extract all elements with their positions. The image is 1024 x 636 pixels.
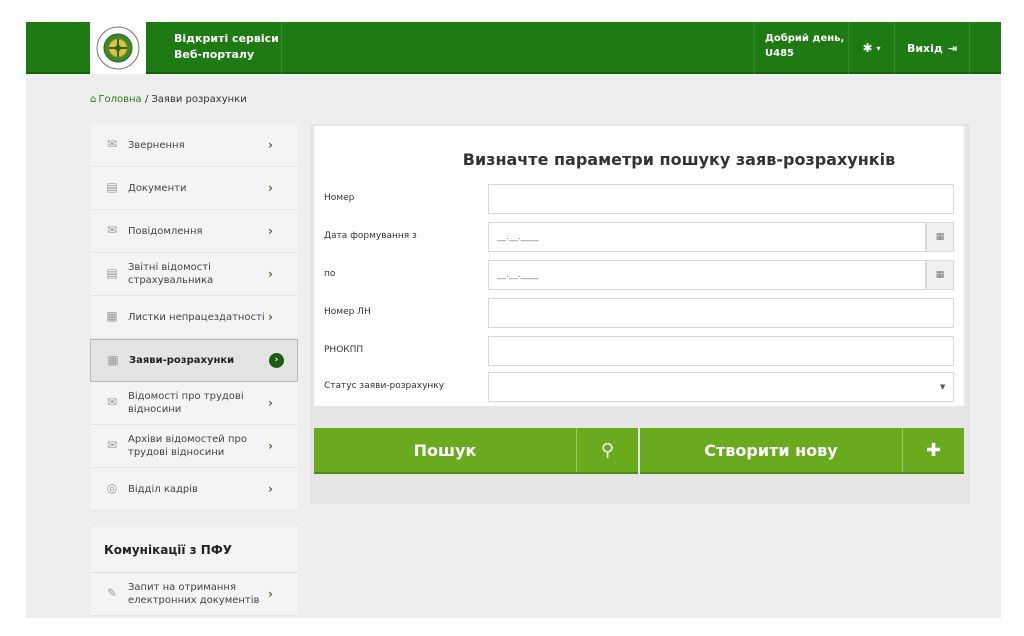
brand-line-1: Відкриті сервіси (174, 32, 279, 45)
calendar-icon[interactable]: ▦ (926, 260, 954, 290)
status-select[interactable] (488, 372, 954, 402)
chevron-right-icon: › (268, 586, 273, 601)
number-label: Номер (324, 193, 355, 203)
field-date-to: по ▦ (324, 260, 954, 290)
number-input[interactable] (488, 184, 954, 214)
status-label: Статус заяви-розрахунку (324, 381, 445, 391)
top-header: Відкриті сервіси Веб-порталу Добрий день… (26, 22, 1001, 74)
chevron-circle-right-icon: › (269, 353, 284, 368)
chevron-right-icon: › (268, 395, 273, 410)
caret-down-icon: ▾ (876, 43, 881, 53)
breadcrumb-home[interactable]: Головна (98, 94, 141, 105)
date-to-label: по (324, 269, 336, 279)
emblem-icon (96, 26, 140, 70)
main-panel: Визначте параметри пошуку заяв-розрахунк… (310, 124, 970, 504)
chevron-right-icon: › (268, 266, 273, 281)
chevron-right-icon: › (268, 481, 273, 496)
sidebar-gap (90, 511, 298, 527)
date-from-input[interactable] (488, 222, 926, 252)
field-date-from: Дата формування з ▦ (324, 222, 954, 252)
communications-title: Комунікації з ПФУ (90, 527, 298, 573)
username: U485 (765, 48, 794, 59)
chevron-right-icon: › (268, 309, 273, 324)
circle-icon: ◎ (106, 481, 118, 495)
ln-number-label: Номер ЛН (324, 307, 371, 317)
date-from-label: Дата формування з (324, 231, 417, 241)
brand-title[interactable]: Відкриті сервіси Веб-порталу (146, 22, 282, 74)
sidebar-item-hr[interactable]: ◎ Відділ кадрів › (90, 468, 298, 511)
chevron-right-icon: › (268, 438, 273, 453)
sidebar-item-appeals[interactable]: ✉ Звернення › (90, 124, 298, 167)
home-icon: ⌂ (90, 94, 97, 105)
sidebar-item-labor-relations[interactable]: ✉ Відомості про трудові відносини › (90, 382, 298, 425)
calendar-icon[interactable]: ▦ (926, 222, 954, 252)
form-title: Визначте параметри пошуку заяв-розрахунк… (462, 150, 896, 169)
search-button-label: Пошук (413, 440, 477, 460)
breadcrumb-current: Заяви розрахунки (151, 94, 247, 105)
logout-label: Вихід (906, 41, 943, 55)
sidebar-item-label: Заяви-розрахунки (129, 355, 235, 366)
sidebar-item-document-request[interactable]: ✎ Запит на отримання електронних докумен… (90, 573, 298, 616)
sidebar-item-label: Архіви відомостей про трудові відносини (128, 434, 247, 458)
sidebar-item-label: Документи (128, 182, 187, 194)
sheet-icon: ▦ (106, 309, 118, 323)
date-to-input[interactable] (488, 260, 926, 290)
caret-down-icon: ▼ (940, 383, 946, 391)
sidebar-item-label: Звернення (128, 139, 185, 151)
rnokpp-label: РНОКПП (324, 345, 364, 355)
sidebar-item-messages[interactable]: ✉ Повідомлення › (90, 210, 298, 253)
brand-line-2: Веб-порталу (174, 48, 255, 61)
sidebar-item-label: Звітні відомості страхувальника (128, 262, 214, 286)
sign-out-icon: ⇥ (947, 41, 958, 55)
sidebar-item-sick-leaves[interactable]: ▦ Листки непрацездатності › (90, 296, 298, 339)
sidebar-item-label: Відомості про трудові відносини (128, 391, 244, 415)
field-ln-number: Номер ЛН (324, 298, 954, 328)
edit-icon: ✎ (106, 586, 118, 600)
sidebar-item-documents[interactable]: ▤ Документи › (90, 167, 298, 210)
sidebar-item-label: Листки непрацездатності (128, 311, 265, 323)
envelope-icon: ✉ (106, 438, 118, 452)
pfu-logo[interactable] (90, 22, 146, 74)
sidebar-item-label: Відділ кадрів (128, 483, 198, 495)
greeting-text: Добрий день, (765, 33, 845, 44)
sidebar-item-label: Повідомлення (128, 225, 203, 237)
chevron-right-icon: › (268, 137, 273, 152)
sidebar-item-labor-archives[interactable]: ✉ Архіви відомостей про трудові відносин… (90, 425, 298, 468)
envelope-icon: ✉ (106, 137, 118, 151)
envelope-icon: ✉ (106, 395, 118, 409)
logout-button[interactable]: Вихід ⇥ (894, 22, 970, 74)
user-greeting: Добрий день, U485 (754, 22, 848, 74)
breadcrumb: ⌂ Головна / Заяви розрахунки (90, 94, 247, 105)
settings-dropdown[interactable]: ✱ ▾ (848, 22, 894, 74)
chevron-right-icon: › (268, 223, 273, 238)
plus-icon: ✚ (902, 428, 964, 472)
sidebar-item-insurer-reports[interactable]: ▤ Звітні відомості страхувальника › (90, 253, 298, 296)
field-status: Статус заяви-розрахунку ▼ (324, 372, 954, 402)
chevron-right-icon: › (268, 180, 273, 195)
sidebar-item-applications[interactable]: ▦ Заяви-розрахунки › (90, 339, 298, 382)
document-icon: ▤ (106, 266, 118, 280)
search-icon: ⚲ (576, 428, 638, 472)
document-icon: ▤ (106, 180, 118, 194)
sidebar: ✉ Звернення › ▤ Документи › ✉ Повідомлен… (90, 124, 298, 616)
envelope-open-icon: ✉ (106, 223, 118, 237)
search-button[interactable]: Пошук ⚲ (314, 428, 638, 474)
field-number: Номер (324, 184, 954, 214)
ln-number-input[interactable] (488, 298, 954, 328)
sidebar-item-label: Запит на отримання електронних документі… (128, 582, 260, 606)
sheet-icon: ▦ (107, 353, 119, 367)
gear-icon: ✱ (862, 41, 873, 55)
breadcrumb-separator: / (141, 94, 152, 105)
rnokpp-input[interactable] (488, 336, 954, 366)
search-form: Визначте параметри пошуку заяв-розрахунк… (314, 126, 964, 406)
create-button-label: Створити нову (704, 440, 838, 460)
field-rnokpp: РНОКПП (324, 336, 954, 366)
create-new-button[interactable]: Створити нову ✚ (640, 428, 964, 474)
